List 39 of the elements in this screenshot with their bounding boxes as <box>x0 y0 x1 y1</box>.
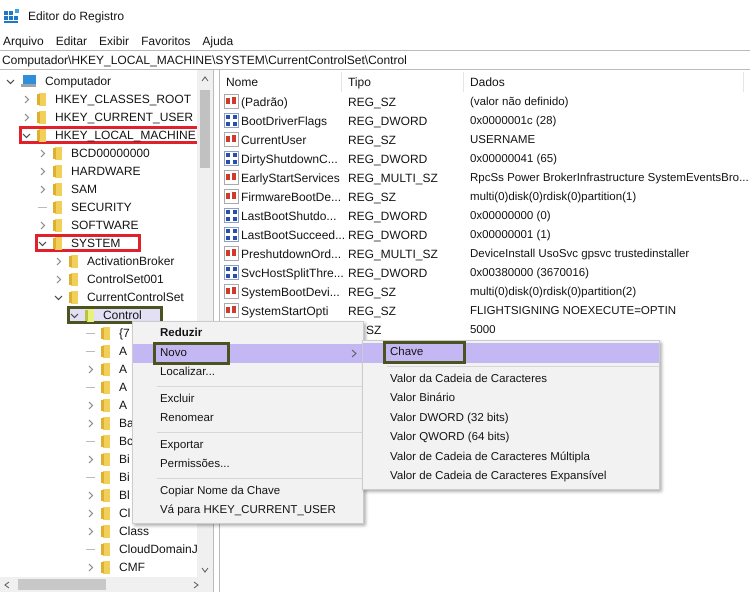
table-cell-text: LastBootSucceed... <box>241 226 346 244</box>
table-cell: REG_MULTI_SZ <box>348 246 438 260</box>
table-cell-text: BootDriverFlags <box>241 112 328 130</box>
table-cell-text: SvcHostSplitThre... <box>241 264 344 282</box>
table-cell: (valor não definido) <box>470 96 568 108</box>
table-cell: FLIGHTSIGNING NOEXECUTE=OPTIN <box>470 304 676 317</box>
table-cell: REG_SZ <box>348 94 396 108</box>
table-cell: 0x00000041 (65) <box>470 152 557 165</box>
table-cell: REG_DWORD <box>348 152 428 166</box>
table-cell: 0x00000000 (0) <box>470 210 551 222</box>
table-cell: 0x0000001c (28) <box>470 114 556 127</box>
table-cell-text: SystemBootDevi... <box>241 284 340 300</box>
table-cell-text: CurrentUser <box>241 132 306 148</box>
table-cell: REG_SZ <box>348 304 396 318</box>
table-cell: REG_DWORD <box>348 266 428 280</box>
table-cell-text: EarlyStartServices <box>241 170 340 186</box>
table-cell: 5000 <box>470 324 496 336</box>
table-cell-text: PreshutdownOrd... <box>241 246 342 262</box>
table-cell: DeviceInstall UsoSvc gpsvc trustedinstaller <box>470 248 690 260</box>
table-cell: REG_SZ <box>348 284 396 298</box>
table-cell: multi(0)disk(0)rdisk(0)partition(2) <box>470 286 636 298</box>
table-cell: REG_DWORD <box>348 228 428 242</box>
table-cell: multi(0)disk(0)rdisk(0)partition(1) <box>470 190 636 203</box>
table-cell-text: SystemStartOpti <box>241 302 328 320</box>
table-cell: 0x00380000 (3670016) <box>470 266 589 279</box>
table-cell-text: FirmwareBootDe... <box>241 188 342 206</box>
table-cell-text: (Padrão) <box>241 94 288 110</box>
table-cell-text: LastBootShutdo... <box>241 208 336 224</box>
table-cell: USERNAME <box>470 134 536 146</box>
table-cell: REG_SZ <box>348 132 396 146</box>
table-cell: REG_SZ <box>348 190 396 204</box>
table-cell: REG_DWORD <box>348 208 428 222</box>
table-cell: REG_MULTI_SZ <box>348 170 438 184</box>
table-cell: 0x00000001 (1) <box>470 228 551 241</box>
table-cell: RpcSs Power BrokerInfrastructure SystemEventsBro... <box>470 172 749 184</box>
table-cell: REG_DWORD <box>348 114 428 128</box>
table-cell-text: DirtyShutdownC... <box>241 150 338 168</box>
table-cell: SZ <box>366 322 382 336</box>
window-title: Editor do Registro <box>28 8 124 24</box>
